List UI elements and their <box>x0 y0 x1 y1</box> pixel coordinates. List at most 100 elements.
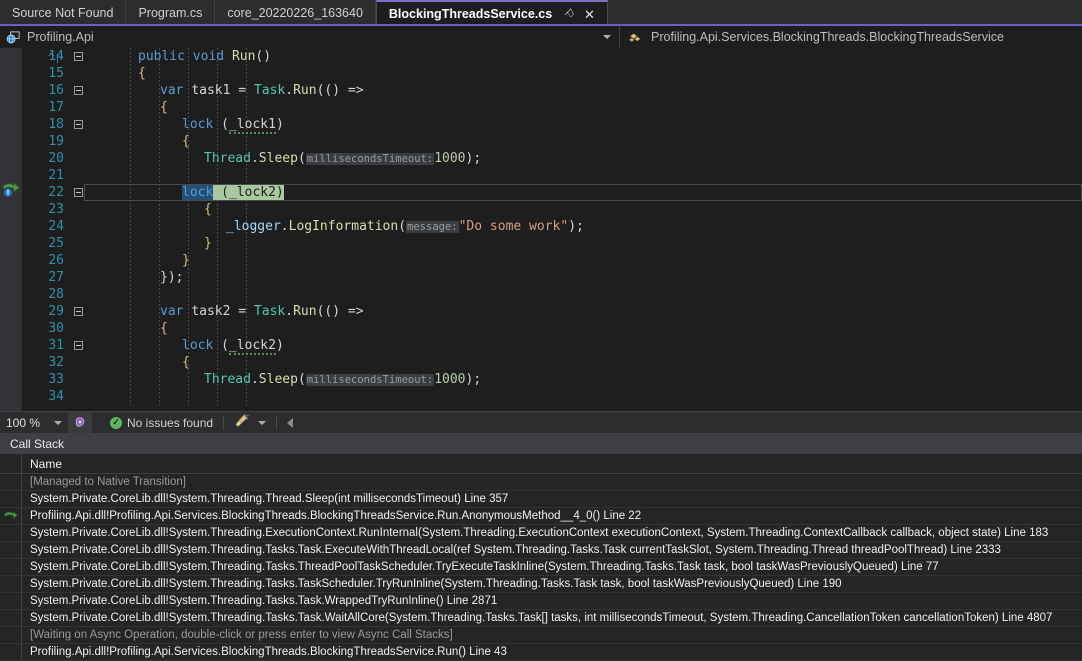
editor-text-area[interactable]: ^| 14 public void Run() 15{16 var task1 = T… <box>22 48 1082 411</box>
call-stack-row[interactable]: System.Private.CoreLib.dll!System.Thread… <box>0 559 1082 576</box>
close-tab-icon[interactable]: ✕ <box>584 8 595 21</box>
code-token: void <box>192 49 225 64</box>
outlining-margin[interactable] <box>68 52 88 61</box>
call-stack-title: Call Stack <box>0 434 1082 454</box>
code-token: 1000 <box>434 150 466 166</box>
call-stack-row[interactable]: Profiling.Api.dll!Profiling.Api.Services… <box>0 508 1082 525</box>
code-line[interactable]: 33 Thread.Sleep(millisecondsTimeout:1000)… <box>22 371 1082 388</box>
code-token: ); <box>568 218 584 234</box>
collapse-region-icon[interactable] <box>73 341 83 350</box>
chevron-down-icon[interactable] <box>603 35 611 39</box>
code-line-text: { <box>88 65 146 82</box>
call-stack-marker <box>0 610 22 626</box>
outlining-margin[interactable] <box>68 120 88 129</box>
code-line-text: lock (_lock1) <box>88 116 284 134</box>
code-line[interactable]: 29 var task2 = Task.Run(() => <box>22 303 1082 320</box>
code-line[interactable]: 26} <box>22 252 1082 269</box>
code-line[interactable]: 15 { <box>22 65 1082 82</box>
line-number: 23 <box>48 202 64 217</box>
code-token: Thread <box>204 371 251 387</box>
call-stack-row[interactable]: System.Private.CoreLib.dll!System.Thread… <box>0 610 1082 627</box>
member-selector[interactable]: Profiling.Api.Services.BlockingThreads.B… <box>620 26 1082 48</box>
call-stack-rows[interactable]: [Managed to Native Transition] System.Pri… <box>0 474 1082 661</box>
scroll-left-icon[interactable] <box>287 417 294 428</box>
issues-status[interactable]: ✓ No issues found <box>110 416 213 430</box>
code-line[interactable]: 28 <box>22 286 1082 303</box>
code-line[interactable]: 34 <box>22 388 1082 405</box>
outlining-margin[interactable] <box>68 307 88 316</box>
line-number: 26 <box>48 253 64 268</box>
call-stack-row[interactable]: System.Private.CoreLib.dll!System.Thread… <box>0 576 1082 593</box>
editor-tab-3[interactable]: core_20220226_163640 <box>215 0 376 26</box>
editor-tab-2[interactable]: Program.cs <box>126 0 216 26</box>
zoom-level-control[interactable]: 100 % <box>0 416 68 430</box>
editor-tab-strip: Source Not Found Program.cs core_20220226_… <box>0 0 1082 26</box>
call-stack-row[interactable]: System.Private.CoreLib.dll!System.Thread… <box>0 525 1082 542</box>
call-stack-row[interactable]: System.Private.CoreLib.dll!System.Thread… <box>0 491 1082 508</box>
code-line-text: { <box>88 354 190 371</box>
chevron-down-icon[interactable] <box>258 420 267 425</box>
code-token: message: <box>406 220 459 233</box>
call-stack-row[interactable]: Profiling.Api.dll!Profiling.Api.Services… <box>0 644 1082 661</box>
code-editor[interactable]: ^| 14 public void Run() 15{16 var task1 = T… <box>0 48 1082 411</box>
code-token: LogInformation <box>288 218 399 234</box>
code-line[interactable]: 30 { <box>22 320 1082 337</box>
project-selector[interactable]: Profiling.Api <box>0 26 620 48</box>
code-token: . <box>285 304 294 319</box>
code-line[interactable]: 19 { <box>22 133 1082 150</box>
code-line-text: }); <box>88 269 183 286</box>
outlining-margin[interactable] <box>68 86 88 95</box>
code-line-text: lock (_lock2) <box>88 337 284 355</box>
collapse-region-icon[interactable] <box>73 86 83 95</box>
code-line[interactable]: 24 _logger.LogInformation(message:"Do som… <box>22 218 1082 235</box>
code-token: = <box>230 83 254 98</box>
line-number: 32 <box>48 355 64 370</box>
code-token: ) <box>275 338 284 353</box>
code-token: var <box>160 304 184 319</box>
call-stack-row[interactable]: [Managed to Native Transition] <box>0 474 1082 491</box>
call-stack-frame-name: System.Private.CoreLib.dll!System.Thread… <box>30 561 939 573</box>
code-line[interactable]: 18 lock (_lock1) <box>22 116 1082 134</box>
collapse-region-icon[interactable] <box>73 52 83 61</box>
intellicode-icon[interactable] <box>68 412 92 433</box>
code-line[interactable]: 25} <box>22 235 1082 252</box>
indicator-margin[interactable] <box>0 48 22 411</box>
status-divider-2 <box>276 415 278 430</box>
code-token: Task <box>253 304 286 319</box>
code-line[interactable]: 31 lock (_lock2) <box>22 337 1082 355</box>
code-line[interactable]: 16 var task1 = Task.Run(() => <box>22 82 1082 99</box>
editor-tab-1[interactable]: Source Not Found <box>0 0 127 26</box>
code-line-text: } <box>88 235 212 252</box>
code-line[interactable]: 17 { <box>22 99 1082 116</box>
chevron-down-icon[interactable] <box>54 420 62 425</box>
editor-tab-label: Source Not Found <box>12 6 114 20</box>
code-line[interactable]: 27}); <box>22 269 1082 286</box>
code-line[interactable]: 14 public void Run() <box>22 48 1082 65</box>
outlining-margin[interactable] <box>68 188 88 197</box>
outlining-margin[interactable] <box>68 341 88 350</box>
navigation-bar: Profiling.Api Profiling.Api.Services.Blo… <box>0 26 1082 48</box>
call-stack-row[interactable]: [Waiting on Async Operation, double-clic… <box>0 627 1082 644</box>
line-number: 16 <box>48 83 64 98</box>
call-stack-row[interactable]: System.Private.CoreLib.dll!System.Thread… <box>0 593 1082 610</box>
code-token: ( <box>297 150 306 166</box>
collapse-region-icon[interactable] <box>73 307 83 316</box>
code-line[interactable]: 32 { <box>22 354 1082 371</box>
check-circle-icon: ✓ <box>110 416 122 429</box>
code-line[interactable]: 20 Thread.Sleep(millisecondsTimeout:1000)… <box>22 150 1082 167</box>
call-stack-row[interactable]: System.Private.CoreLib.dll!System.Thread… <box>0 542 1082 559</box>
code-token: _lock2 <box>228 338 276 355</box>
collapse-region-icon[interactable] <box>73 188 83 197</box>
editor-tab-4[interactable]: BlockingThreadsService.cs ⚐ ✕ <box>375 0 608 26</box>
code-token: () <box>255 49 272 64</box>
code-line[interactable]: 21 <box>22 167 1082 184</box>
pin-tab-icon[interactable]: ⚐ <box>561 5 579 23</box>
code-cleanup-control[interactable] <box>234 414 267 431</box>
code-line[interactable]: 23 { <box>22 201 1082 218</box>
code-line[interactable]: 22 lock (_lock2) <box>22 184 1082 201</box>
code-token: ( <box>213 338 229 353</box>
source-code[interactable]: 14 public void Run() 15{16 var task1 = Task… <box>22 48 1082 405</box>
code-line-text: { <box>88 201 212 218</box>
broom-icon <box>234 414 250 431</box>
collapse-region-icon[interactable] <box>73 120 83 129</box>
